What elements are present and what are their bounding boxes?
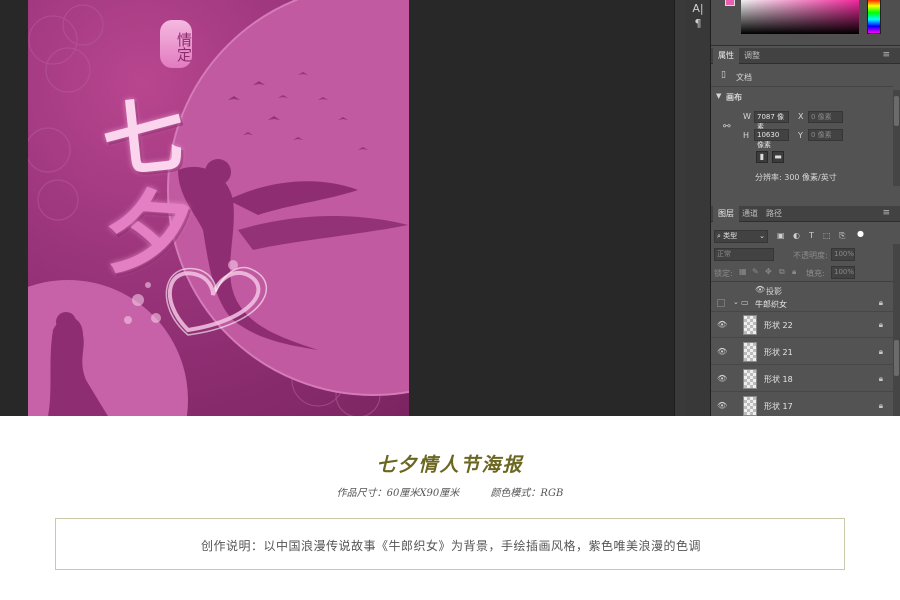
lock-icon: 🔒︎ <box>878 347 883 356</box>
layer-name: 形状 17 <box>764 402 793 411</box>
width-field[interactable]: 7087 像素 <box>754 111 789 131</box>
layer-thumbnail <box>743 342 757 362</box>
panel-tool-strip: A| ¶ <box>686 0 711 416</box>
poster-color-mode: 颜色模式：RGB <box>490 488 564 499</box>
layers-scrollbar[interactable] <box>893 244 900 416</box>
poster-title-char: 夕 <box>99 176 200 292</box>
layer-name: 形状 21 <box>764 348 793 357</box>
lock-icon: 🔒︎ <box>878 401 883 410</box>
portrait-orientation-icon[interactable]: ▮ <box>756 151 768 163</box>
chevron-down-icon[interactable]: ⌄ <box>733 298 739 306</box>
x-label: X <box>798 112 804 121</box>
type-filter-icon[interactable]: T <box>809 231 814 240</box>
panel-menu-icon[interactable]: ≡ <box>882 50 890 60</box>
layer-row[interactable]: 👁︎ 形状 22 🔒︎ <box>711 312 893 338</box>
document-label: 文档 <box>736 73 752 82</box>
landscape-orientation-icon[interactable]: ▬ <box>772 151 784 163</box>
eye-icon[interactable]: 👁︎ <box>717 401 727 410</box>
eye-icon[interactable]: 👁︎ <box>717 374 727 383</box>
layer-thumbnail <box>743 315 757 335</box>
eye-icon[interactable]: 👁︎ <box>717 320 727 329</box>
search-icon: ⌕ <box>717 232 721 240</box>
canvas-section-title: 画布 <box>726 93 742 102</box>
properties-tabbar: 属性 调整 ≡ <box>711 48 900 64</box>
resolution-text: 分辨率: 300 像素/英寸 <box>755 173 837 182</box>
lock-icon: 🔒︎ <box>878 374 883 383</box>
poster-title: 七夕情人节海报 <box>376 454 524 476</box>
opacity-field[interactable]: 100% <box>831 248 855 261</box>
color-panel <box>711 0 900 46</box>
properties-panel: ▯ 文档 ▼ 画布 ⚯ W 7087 像素 X 0 像素 H 10630 像素 … <box>711 64 900 204</box>
chevron-down-icon: ⌄ <box>759 232 765 240</box>
canvas-area[interactable]: 情定 七 夕 <box>0 0 672 416</box>
eye-icon[interactable]: 👁︎ <box>717 347 727 356</box>
lock-artboard-icon[interactable]: ⧉ <box>779 267 785 277</box>
layer-thumbnail <box>743 369 757 389</box>
properties-scroll-thumb[interactable] <box>894 96 899 126</box>
layers-panel: ⌕ 类型 ⌄ ▣ ◐ T ⬚ ⎘ ● 正常 不透明度: 100% 锁定: ▦ ✎… <box>711 204 900 416</box>
blend-mode-value: 正常 <box>717 250 731 258</box>
fill-label: 填充: <box>806 269 825 278</box>
foreground-color-swatch[interactable] <box>725 0 735 6</box>
layer-thumbnail <box>743 396 757 416</box>
divider <box>711 281 893 282</box>
height-field[interactable]: 10630 像素 <box>754 129 789 149</box>
layer-row[interactable]: 👁︎ 形状 17 🔒︎ <box>711 393 893 416</box>
tab-properties[interactable]: 属性 <box>713 48 739 64</box>
poster-size: 作品尺寸：60厘米X90厘米 <box>336 488 460 499</box>
poster-tag-label: 情定 <box>160 20 193 68</box>
effect-visibility-icon[interactable]: 👁︎ <box>755 285 765 294</box>
document-icon: ▯ <box>721 70 726 80</box>
description-box: 创作说明：以中国浪漫传说故事《牛郎织女》为背景，手绘插画风格，紫色唯美浪漫的色调 <box>55 518 845 570</box>
visibility-checkbox[interactable] <box>717 299 725 307</box>
divider <box>711 86 893 87</box>
poster-illustration <box>28 0 409 416</box>
y-field[interactable]: 0 像素 <box>808 129 843 141</box>
pixel-filter-icon[interactable]: ▣ <box>777 231 785 240</box>
lock-pixels-icon[interactable]: ✎ <box>752 267 759 276</box>
fill-field[interactable]: 100% <box>831 266 855 279</box>
x-field[interactable]: 0 像素 <box>808 111 843 123</box>
layer-row[interactable]: 👁︎ 形状 18 🔒︎ <box>711 366 893 392</box>
layer-filter-label: 类型 <box>723 232 738 240</box>
poster-info-section: 七夕情人节海报 作品尺寸：60厘米X90厘米 颜色模式：RGB 创作说明：以中国… <box>0 416 900 600</box>
opacity-label: 不透明度: <box>793 251 828 260</box>
group-name: 牛郎织女 <box>755 300 787 309</box>
folder-icon: ▭ <box>741 298 749 307</box>
section-collapse-icon[interactable]: ▼ <box>716 92 721 100</box>
blend-mode-select[interactable]: 正常 <box>714 248 774 261</box>
adjustment-filter-icon[interactable]: ◐ <box>793 231 800 240</box>
lock-icon: 🔒︎ <box>878 298 883 307</box>
tab-adjustments[interactable]: 调整 <box>739 48 765 64</box>
width-label: W <box>743 112 751 121</box>
layer-filter-select[interactable]: ⌕ 类型 ⌄ <box>714 230 768 243</box>
y-label: Y <box>798 131 803 140</box>
layer-name: 形状 22 <box>764 321 793 330</box>
height-label: H <box>743 131 750 140</box>
layers-scroll-thumb[interactable] <box>894 340 899 376</box>
poster-artwork: 情定 七 夕 <box>28 0 409 416</box>
smart-object-filter-icon[interactable]: ⎘ <box>839 231 845 241</box>
layer-row[interactable]: 👁︎ 形状 21 🔒︎ <box>711 339 893 365</box>
link-dimensions-icon[interactable]: ⚯ <box>723 122 731 132</box>
layer-name: 形状 18 <box>764 375 793 384</box>
lock-transparent-icon[interactable]: ▦ <box>739 267 747 276</box>
filter-toggle-icon[interactable]: ● <box>857 229 864 238</box>
character-panel-icon[interactable]: A| <box>686 2 710 15</box>
description-text: 创作说明：以中国浪漫传说故事《牛郎织女》为背景，手绘插画风格，紫色唯美浪漫的色调 <box>200 539 701 553</box>
paragraph-panel-icon[interactable]: ¶ <box>686 17 710 30</box>
properties-scrollbar[interactable] <box>893 90 900 186</box>
canvas-vertical-scrollbar[interactable] <box>674 0 686 416</box>
poster-specs: 作品尺寸：60厘米X90厘米 颜色模式：RGB <box>0 484 900 499</box>
lock-label: 锁定: <box>714 269 733 278</box>
lock-all-icon[interactable]: 🔒︎ <box>792 267 796 277</box>
lock-icon: 🔒︎ <box>878 320 883 329</box>
layer-group-row[interactable]: ⌄ ▭ 牛郎织女 🔒︎ <box>711 296 893 312</box>
color-field[interactable] <box>741 0 859 34</box>
hue-slider[interactable] <box>867 0 881 34</box>
right-panel: 属性 调整 ≡ ▯ 文档 ▼ 画布 ⚯ W 7087 像素 X 0 像素 H 1… <box>711 0 900 416</box>
lock-position-icon[interactable]: ✥ <box>765 267 772 276</box>
shape-filter-icon[interactable]: ⬚ <box>823 231 831 240</box>
photoshop-screenshot: 情定 七 夕 A| ¶ 属性 调整 ≡ ▯ 文档 ▼ 画布 ⚯ W 7087 像… <box>0 0 900 416</box>
